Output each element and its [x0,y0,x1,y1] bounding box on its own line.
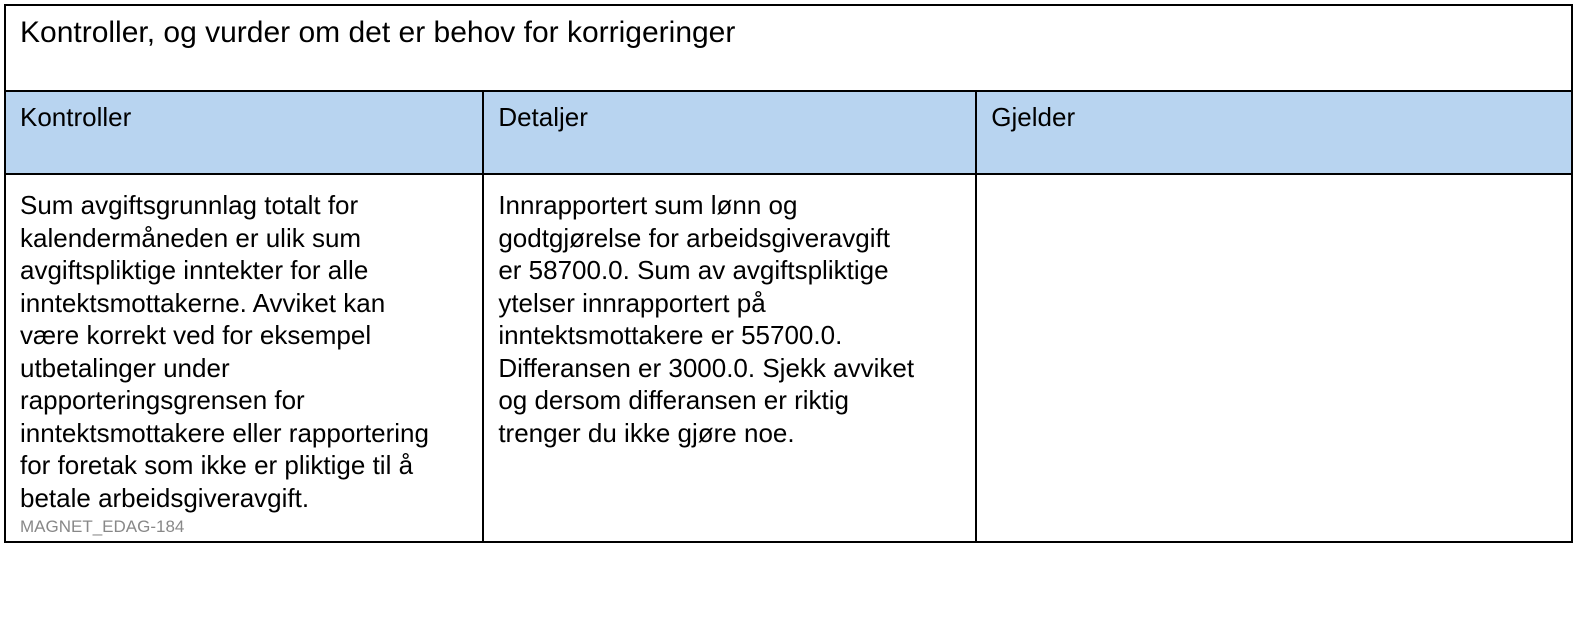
cell-kontroller: Sum avgiftsgrunnlag totalt for kalenderm… [6,174,483,541]
cell-detaljer: Innrapportert sum lønn og godtgjørelse f… [483,174,976,541]
kontroller-text: Sum avgiftsgrunnlag totalt for kalenderm… [20,189,440,514]
row-code: MAGNET_EDAG-184 [20,516,468,537]
column-header-gjelder: Gjelder [976,91,1571,174]
header-row: Kontroller Detaljer Gjelder [6,91,1571,174]
table-row: Sum avgiftsgrunnlag totalt for kalenderm… [6,174,1571,541]
detaljer-text: Innrapportert sum lønn og godtgjørelse f… [498,189,918,449]
column-header-detaljer: Detaljer [483,91,976,174]
table-title: Kontroller, og vurder om det er behov fo… [6,6,1571,91]
validation-table: Kontroller, og vurder om det er behov fo… [4,4,1573,543]
title-row: Kontroller, og vurder om det er behov fo… [6,6,1571,91]
column-header-kontroller: Kontroller [6,91,483,174]
cell-gjelder [976,174,1571,541]
